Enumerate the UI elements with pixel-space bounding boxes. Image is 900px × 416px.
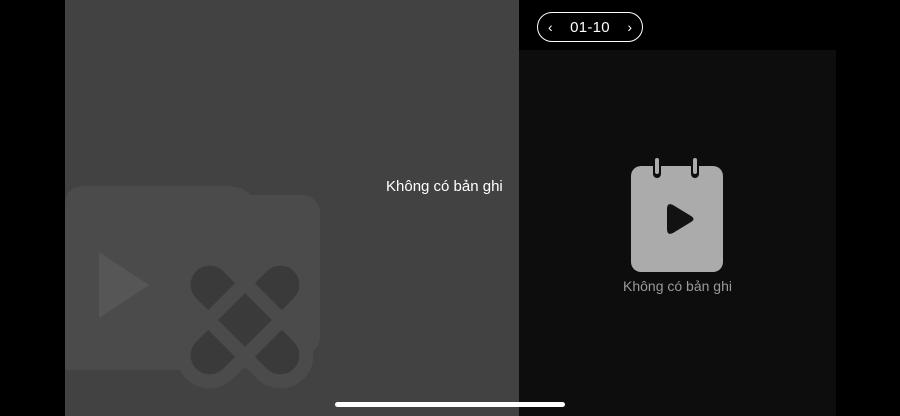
calendar-video-icon [631, 156, 723, 272]
recordings-panel: ‹ 01-10 › Không có bản ghi [519, 0, 836, 416]
date-pager: ‹ 01-10 › [537, 12, 643, 42]
pager-label[interactable]: 01-10 [570, 19, 610, 36]
chevron-right-icon[interactable]: › [627, 20, 632, 34]
home-indicator[interactable] [335, 402, 565, 407]
chevron-left-icon[interactable]: ‹ [548, 20, 553, 34]
empty-state-message: Không có bản ghi [386, 178, 503, 195]
no-video-placeholder-icon [65, 186, 320, 389]
video-player-area[interactable]: Không có bản ghi [65, 0, 519, 416]
empty-recordings-message: Không có bản ghi [623, 278, 732, 294]
